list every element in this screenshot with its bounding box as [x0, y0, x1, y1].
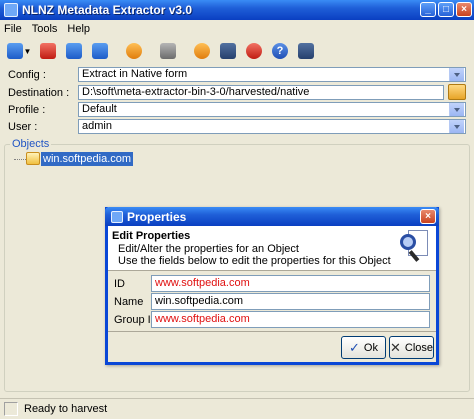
status-panel	[4, 402, 18, 416]
status-text: Ready to harvest	[24, 403, 108, 415]
exit-button[interactable]	[294, 40, 318, 62]
window-controls: _ □ ×	[420, 2, 472, 17]
user-label: User :	[8, 121, 38, 133]
dialog-app-icon	[111, 210, 123, 223]
objects-legend: Objects	[10, 138, 52, 150]
id-input[interactable]: www.softpedia.com	[151, 275, 430, 292]
help-icon: ?	[272, 43, 288, 59]
add-object-icon	[40, 43, 56, 59]
destination-value: D:\soft\meta-extractor-bin-3-0/harvested…	[82, 86, 310, 98]
menu-bar: File Tools Help	[0, 20, 474, 38]
ok-button[interactable]: ✓ Ok	[341, 336, 386, 359]
user-value: admin	[82, 120, 112, 132]
toolbar: ▼ ?	[0, 38, 474, 64]
x-icon: ✕	[389, 339, 401, 355]
remove-object-icon	[66, 43, 82, 59]
magnifier-document-icon	[400, 230, 430, 264]
chevron-down-icon: ▼	[23, 46, 32, 56]
profile-value: Default	[82, 103, 117, 115]
lens-shape	[400, 234, 416, 250]
settings-button[interactable]	[156, 40, 180, 62]
dialog-title: Properties	[127, 209, 187, 224]
id-label: ID	[114, 278, 125, 290]
remove-object-button[interactable]	[62, 40, 86, 62]
remove-all-button[interactable]	[88, 40, 112, 62]
save-icon	[220, 43, 236, 59]
dialog-header-subtitle: Edit/Alter the properties for an Object	[118, 243, 299, 255]
user-select[interactable]: admin	[78, 119, 466, 134]
gear-icon	[160, 43, 176, 59]
chevron-down-icon[interactable]	[449, 103, 464, 116]
status-bar: Ready to harvest	[0, 398, 474, 419]
search-button[interactable]	[122, 40, 146, 62]
search-icon	[126, 43, 142, 59]
maximize-button[interactable]: □	[438, 2, 454, 17]
profile-select[interactable]: Default	[78, 102, 466, 117]
stopwatch-icon	[246, 43, 262, 59]
exit-icon	[298, 43, 314, 59]
profile-label: Profile :	[8, 104, 46, 116]
help-button[interactable]: ?	[268, 40, 292, 62]
dialog-close-button[interactable]: ×	[420, 209, 436, 224]
group-id-input[interactable]: www.softpedia.com	[151, 311, 430, 328]
menu-tools[interactable]: Tools	[32, 23, 58, 35]
close-label: Close	[404, 341, 434, 354]
window-title: NLNZ Metadata Extractor v3.0	[22, 3, 193, 17]
save-button[interactable]	[216, 40, 240, 62]
tree-item[interactable]: win.softpedia.com	[41, 152, 134, 166]
dialog-title-bar: Properties ×	[105, 207, 439, 226]
menu-file[interactable]: File	[4, 23, 22, 35]
dialog-header-description: Use the fields below to edit the propert…	[118, 255, 391, 267]
chevron-down-icon[interactable]	[449, 120, 464, 133]
extract-dropdown-icon	[6, 43, 23, 59]
browse-folder-icon[interactable]	[448, 84, 466, 100]
timer-button[interactable]	[242, 40, 266, 62]
name-input[interactable]: win.softpedia.com	[151, 293, 430, 310]
add-object-button[interactable]	[36, 40, 60, 62]
close-button[interactable]: ×	[456, 2, 472, 17]
name-label: Name	[114, 296, 144, 308]
menu-help[interactable]: Help	[67, 23, 90, 35]
dialog-header-title: Edit Properties	[112, 230, 191, 242]
destination-label: Destination :	[8, 87, 70, 99]
minimize-button[interactable]: _	[420, 2, 436, 17]
extract-dropdown-button[interactable]: ▼	[4, 40, 34, 62]
config-value: Extract in Native form	[82, 68, 188, 80]
ok-label: Ok	[363, 341, 378, 354]
config-label: Config :	[8, 69, 46, 81]
schedule-button[interactable]	[190, 40, 214, 62]
chevron-down-icon[interactable]	[449, 68, 464, 81]
check-icon: ✓	[349, 339, 360, 355]
remove-all-icon	[92, 43, 108, 59]
app-icon	[4, 3, 18, 17]
destination-input[interactable]: D:\soft\meta-extractor-bin-3-0/harvested…	[78, 85, 444, 100]
clock-icon	[194, 43, 210, 59]
title-bar: NLNZ Metadata Extractor v3.0 _ □ ×	[0, 0, 474, 20]
config-select[interactable]: Extract in Native form	[78, 67, 466, 82]
dialog-separator	[108, 331, 436, 332]
web-object-icon	[26, 152, 40, 165]
close-dialog-button[interactable]: ✕ Close	[389, 336, 434, 359]
